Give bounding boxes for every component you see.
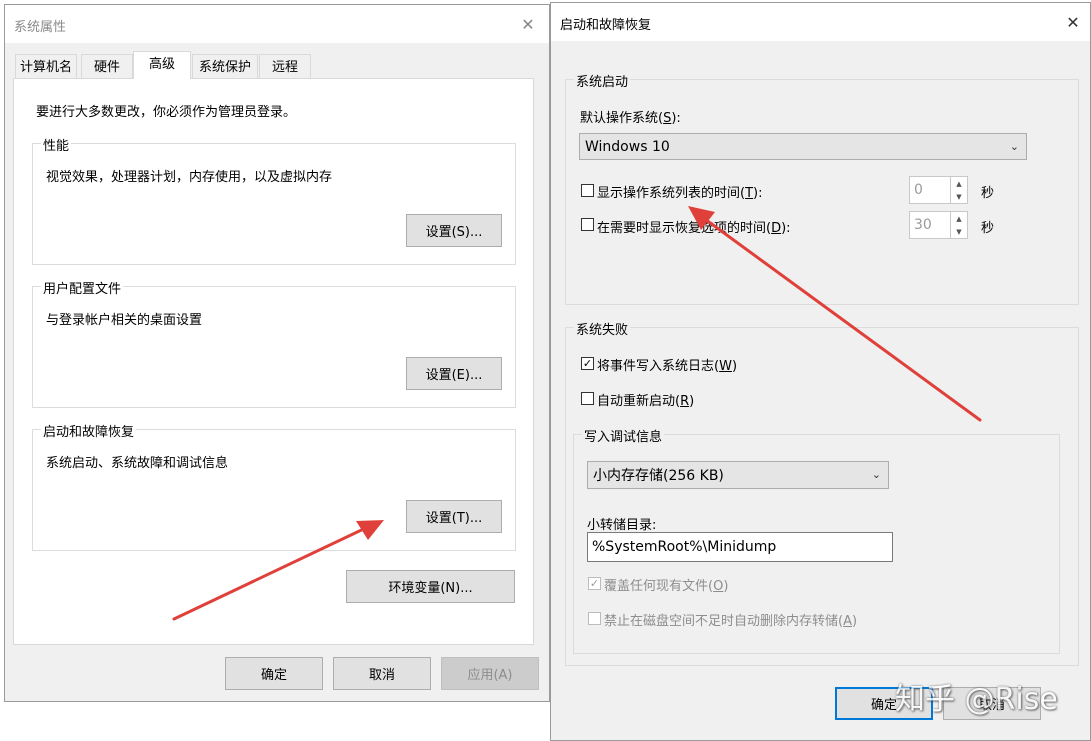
apply-button[interactable]: 应用(A)	[441, 657, 539, 690]
system-startup-label: 系统启动	[574, 71, 631, 90]
disable-auto-delete-label: 禁止在磁盘空间不足时自动删除内存转储(A)	[604, 614, 858, 629]
tab-system-protection[interactable]: 系统保护	[192, 54, 258, 79]
performance-group: 性能 视觉效果，处理器计划，内存使用，以及虚拟内存 设置(S)...	[32, 135, 516, 265]
ok-button[interactable]: 确定	[835, 687, 933, 720]
startup-recovery-label: 启动和故障恢复	[41, 421, 137, 440]
auto-restart-label: 自动重新启动(R)	[597, 394, 695, 409]
default-os-label: 默认操作系统(S):	[580, 111, 681, 126]
system-properties-dialog: 系统属性 ✕ 计算机名 硬件 高级 系统保护 远程 要进行大多数更改，你必须作为…	[4, 4, 550, 702]
dialog-title: 启动和故障恢复	[560, 18, 652, 33]
performance-description: 视觉效果，处理器计划，内存使用，以及虚拟内存	[46, 170, 333, 185]
user-profiles-description: 与登录帐户相关的桌面设置	[46, 313, 203, 328]
cancel-button[interactable]: 取消	[943, 687, 1041, 720]
startup-recovery-dialog: 启动和故障恢复 ✕ 系统启动 默认操作系统(S): Windows 10 ⌄ 显…	[550, 2, 1091, 741]
default-os-select[interactable]: Windows 10 ⌄	[579, 133, 1027, 160]
user-profiles-group: 用户配置文件 与登录帐户相关的桌面设置 设置(E)...	[32, 278, 516, 408]
show-recovery-options-checkbox[interactable]	[581, 218, 594, 231]
tab-computer-name[interactable]: 计算机名	[15, 54, 77, 79]
tab-advanced[interactable]: 高级	[133, 51, 191, 79]
debug-info-label: 写入调试信息	[582, 426, 665, 445]
startup-recovery-description: 系统启动、系统故障和调试信息	[46, 456, 229, 471]
title-bar: 启动和故障恢复 ✕	[551, 3, 1090, 41]
tab-hardware[interactable]: 硬件	[81, 54, 133, 79]
show-recovery-options-label: 在需要时显示恢复选项的时间(D):	[597, 221, 791, 236]
chevron-down-icon: ⌄	[871, 467, 881, 481]
dump-dir-label: 小转储目录:	[587, 518, 657, 533]
cancel-button[interactable]: 取消	[333, 657, 431, 690]
environment-variables-button[interactable]: 环境变量(N)...	[346, 570, 515, 603]
tab-remote[interactable]: 远程	[259, 54, 311, 79]
user-profiles-settings-button[interactable]: 设置(E)...	[406, 357, 502, 390]
dump-type-select[interactable]: 小内存存储(256 KB) ⌄	[587, 461, 889, 489]
admin-notice: 要进行大多数更改，你必须作为管理员登录。	[36, 105, 297, 120]
show-os-list-checkbox[interactable]	[581, 184, 594, 197]
show-recovery-seconds[interactable]: 30 ▲ ▼	[909, 211, 968, 239]
spinner-arrows[interactable]: ▲ ▼	[950, 177, 967, 203]
performance-label: 性能	[41, 135, 72, 154]
write-event-log-label: 将事件写入系统日志(W)	[597, 359, 738, 374]
user-profiles-label: 用户配置文件	[41, 278, 124, 297]
startup-recovery-settings-button[interactable]: 设置(T)...	[406, 500, 502, 533]
system-failure-label: 系统失败	[574, 319, 631, 338]
seconds-unit: 秒	[981, 186, 995, 201]
advanced-tab-panel: 要进行大多数更改，你必须作为管理员登录。 性能 视觉效果，处理器计划，内存使用，…	[13, 78, 534, 645]
debug-info-group: 写入调试信息 小内存存储(256 KB) ⌄ 小转储目录: %SystemRoo…	[573, 426, 1060, 654]
seconds-unit: 秒	[981, 221, 995, 236]
overwrite-checkbox[interactable]: ✓	[588, 577, 601, 590]
system-failure-group: 系统失败 ✓ 将事件写入系统日志(W) 自动重新启动(R) 写入调试信息 小内存…	[565, 319, 1079, 666]
dialog-title: 系统属性	[14, 20, 67, 35]
ok-button[interactable]: 确定	[225, 657, 323, 690]
close-icon[interactable]: ✕	[1058, 9, 1088, 35]
show-os-list-seconds[interactable]: 0 ▲ ▼	[909, 176, 968, 204]
close-icon[interactable]: ✕	[513, 11, 543, 37]
performance-settings-button[interactable]: 设置(S)...	[406, 214, 502, 247]
startup-recovery-group: 启动和故障恢复 系统启动、系统故障和调试信息 设置(T)...	[32, 421, 516, 551]
write-event-log-checkbox[interactable]: ✓	[581, 357, 594, 370]
show-os-list-label: 显示操作系统列表的时间(T):	[597, 186, 763, 201]
dump-dir-input[interactable]: %SystemRoot%\Minidump	[587, 532, 893, 562]
disable-auto-delete-checkbox[interactable]	[588, 612, 601, 625]
overwrite-label: 覆盖任何现有文件(O)	[604, 579, 729, 594]
title-bar: 系统属性 ✕	[5, 5, 549, 43]
auto-restart-checkbox[interactable]	[581, 392, 594, 405]
system-startup-group: 系统启动 默认操作系统(S): Windows 10 ⌄ 显示操作系统列表的时间…	[565, 71, 1079, 305]
chevron-down-icon: ⌄	[1009, 139, 1019, 153]
spinner-arrows[interactable]: ▲ ▼	[950, 212, 967, 238]
